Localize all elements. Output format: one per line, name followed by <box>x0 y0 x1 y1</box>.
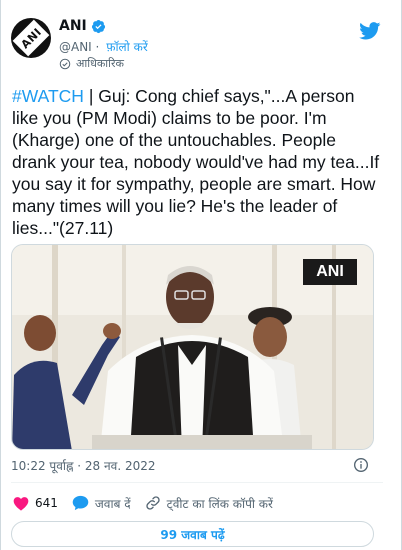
separator: · <box>91 39 104 54</box>
info-icon[interactable] <box>353 457 369 473</box>
copy-link-label: ट्वीट का लिंक कॉपी करें <box>166 496 273 511</box>
tweet-actions: 641 जवाब दें ट्वीट का लिंक कॉपी करें <box>13 493 287 513</box>
reply-button[interactable]: जवाब दें <box>72 495 131 512</box>
heart-icon <box>13 496 29 511</box>
tweet-body: | Guj: Cong chief says,"...A person like… <box>12 86 380 238</box>
official-label: आधिकारिक <box>76 57 124 70</box>
tweet-card: ANI ANI @ANI · फ़ॉलो करें आधिकारिक #WATC… <box>0 0 402 550</box>
link-icon <box>145 496 160 510</box>
reply-icon <box>72 495 89 511</box>
official-icon <box>59 58 71 69</box>
avatar[interactable]: ANI <box>11 18 51 58</box>
like-button[interactable]: 641 <box>13 496 58 511</box>
display-name[interactable]: ANI <box>59 18 87 34</box>
hashtag-link[interactable]: #WATCH <box>12 86 84 106</box>
divider <box>11 482 383 483</box>
read-replies-button[interactable]: 99 जवाब पढ़ें <box>11 521 374 547</box>
tweet-header: ANI ANI @ANI · फ़ॉलो करें आधिकारिक <box>11 10 393 70</box>
like-count: 641 <box>35 496 58 510</box>
ani-watermark: ANI <box>303 259 357 285</box>
twitter-logo-icon[interactable] <box>359 22 381 40</box>
verified-icon <box>91 19 105 33</box>
name-row: ANI <box>59 18 106 34</box>
handle[interactable]: @ANI <box>59 40 92 54</box>
tweet-text: #WATCH | Guj: Cong chief says,"...A pers… <box>12 85 384 239</box>
handle-row: @ANI · फ़ॉलो करें <box>59 38 148 55</box>
follow-link[interactable]: फ़ॉलो करें <box>106 38 148 55</box>
avatar-logo: ANI <box>12 19 50 57</box>
tweet-video[interactable]: ANI <box>11 244 374 450</box>
tweet-timestamp[interactable]: 10:22 पूर्वाह्न · 28 नव. 2022 <box>11 457 155 474</box>
reply-label: जवाब दें <box>94 496 131 511</box>
copy-link-button[interactable]: ट्वीट का लिंक कॉपी करें <box>145 495 273 512</box>
official-label-row: आधिकारिक <box>59 56 124 71</box>
